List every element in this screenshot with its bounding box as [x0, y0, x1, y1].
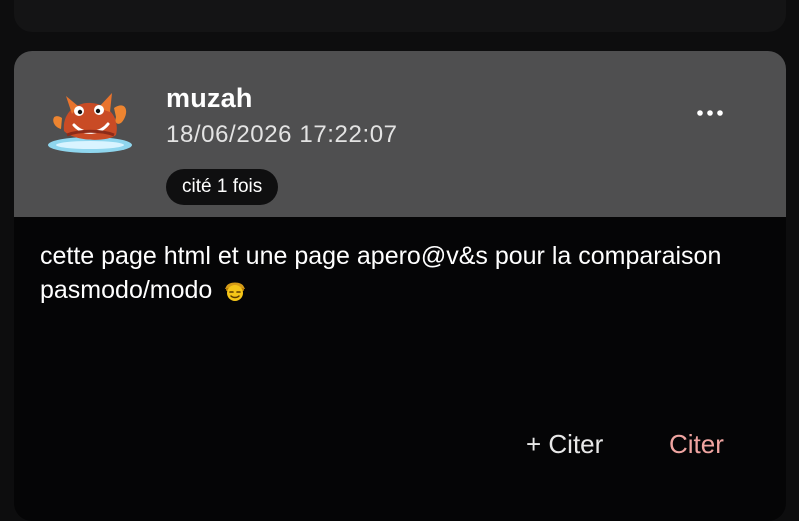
more-options-icon [697, 110, 723, 116]
previous-post-card-edge [14, 0, 786, 32]
add-quote-button[interactable]: + Citer [526, 429, 603, 460]
post-header: muzah 18/06/2026 17:22:07 cité 1 fois [14, 51, 786, 217]
quote-count-badge[interactable]: cité 1 fois [166, 169, 279, 205]
username[interactable]: muzah [166, 83, 253, 114]
more-options-button[interactable] [690, 99, 730, 127]
post-message-text: cette page html et une page apero@v&s po… [40, 242, 722, 304]
post-message: cette page html et une page apero@v&s po… [40, 239, 760, 307]
crab-avatar-icon-svg [48, 93, 132, 153]
smiling-face-with-cap-emoji [223, 276, 247, 301]
quote-button[interactable]: Citer [669, 429, 724, 460]
smiling-face-with-cap-icon [225, 282, 246, 301]
crab-avatar-icon[interactable] [44, 78, 136, 158]
post-timestamp: 18/06/2026 17:22:07 [166, 121, 398, 148]
post-card: muzah 18/06/2026 17:22:07 cité 1 fois ce… [14, 51, 786, 521]
